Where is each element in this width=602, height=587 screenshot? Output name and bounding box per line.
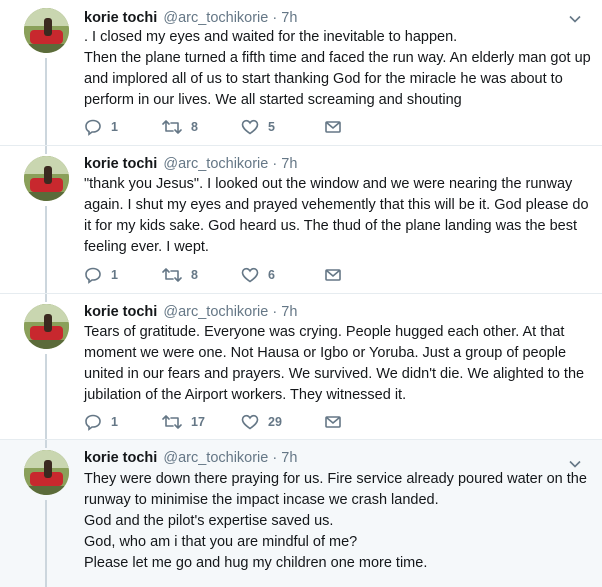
reply-button[interactable]: 1 xyxy=(84,265,118,285)
like-button[interactable]: 29 xyxy=(241,412,282,432)
heart-icon xyxy=(241,119,259,135)
tweet-line: again. I shut my eyes and prayed vehemen… xyxy=(84,197,589,213)
thread-line xyxy=(45,206,47,293)
heart-icon xyxy=(241,267,259,283)
direct-message-button[interactable] xyxy=(324,265,342,285)
like-count: 6 xyxy=(268,268,275,282)
tweet-2[interactable]: korie tochi @arc_tochikorie · 7h "thank … xyxy=(0,146,602,293)
thread-line xyxy=(45,440,47,448)
author-name[interactable]: korie tochi xyxy=(84,156,157,172)
tweet-line: jubilation of the Airport workers. They … xyxy=(84,387,407,403)
tweet-text: "thank you Jesus". I looked out the wind… xyxy=(84,174,589,258)
envelope-icon xyxy=(325,269,341,281)
timestamp[interactable]: 7h xyxy=(281,304,297,320)
reply-icon xyxy=(85,414,101,431)
tweet-line: it for my kids sake. God heard us. The t… xyxy=(84,218,578,234)
retweet-icon xyxy=(162,268,182,282)
reply-count: 1 xyxy=(111,120,118,134)
tweet-line: God and the pilot's expertise saved us. xyxy=(84,513,334,529)
retweet-count: 8 xyxy=(191,268,198,282)
like-button[interactable]: 5 xyxy=(241,117,275,137)
author-handle[interactable]: @arc_tochikorie xyxy=(163,304,268,320)
thread-line xyxy=(45,294,47,302)
tweet-header: korie tochi @arc_tochikorie · 7h xyxy=(84,450,297,466)
direct-message-button[interactable] xyxy=(324,412,342,432)
separator: · xyxy=(272,156,278,172)
retweet-count: 8 xyxy=(191,120,198,134)
avatar[interactable] xyxy=(24,450,69,495)
thread-line xyxy=(45,500,47,587)
timestamp[interactable]: 7h xyxy=(281,156,297,172)
separator: · xyxy=(272,10,278,26)
author-handle[interactable]: @arc_tochikorie xyxy=(163,156,268,172)
tweet-header: korie tochi @arc_tochikorie · 7h xyxy=(84,10,297,26)
reply-button[interactable]: 1 xyxy=(84,412,118,432)
heart-icon xyxy=(241,414,259,430)
avatar[interactable] xyxy=(24,304,69,349)
timestamp[interactable]: 7h xyxy=(281,450,297,466)
tweet-line: united in our fears and prayers. We surv… xyxy=(84,366,585,382)
tweet-3[interactable]: korie tochi @arc_tochikorie · 7h Tears o… xyxy=(0,294,602,439)
thread-line xyxy=(45,58,47,145)
author-handle[interactable]: @arc_tochikorie xyxy=(163,450,268,466)
retweet-count: 17 xyxy=(191,415,205,429)
retweet-button[interactable]: 8 xyxy=(162,117,198,137)
retweet-icon xyxy=(162,120,182,134)
like-count: 5 xyxy=(268,120,275,134)
tweet-line: feeling ever. I wept. xyxy=(84,239,209,255)
chevron-down-icon[interactable] xyxy=(568,12,582,26)
envelope-icon xyxy=(325,121,341,133)
separator: · xyxy=(272,304,278,320)
author-name[interactable]: korie tochi xyxy=(84,304,157,320)
retweet-button[interactable]: 17 xyxy=(162,412,205,432)
timestamp[interactable]: 7h xyxy=(281,10,297,26)
like-count: 29 xyxy=(268,415,282,429)
reply-count: 1 xyxy=(111,268,118,282)
tweet-line: runway to minimise the impact incase we … xyxy=(84,492,439,508)
reply-icon xyxy=(85,119,101,136)
thread-line xyxy=(45,146,47,154)
thread-line xyxy=(45,354,47,439)
reply-icon xyxy=(85,267,101,284)
tweet-text: . I closed my eyes and waited for the in… xyxy=(84,27,591,111)
separator: · xyxy=(272,450,278,466)
author-name[interactable]: korie tochi xyxy=(84,450,157,466)
reply-button[interactable]: 1 xyxy=(84,117,118,137)
tweet-1[interactable]: korie tochi @arc_tochikorie · 7h . I clo… xyxy=(0,0,602,145)
tweet-line: Please let me go and hug my children one… xyxy=(84,555,428,571)
tweet-line: . I closed my eyes and waited for the in… xyxy=(84,29,458,45)
tweet-line: perform in our lives. We all started scr… xyxy=(84,92,462,108)
avatar[interactable] xyxy=(24,156,69,201)
reply-count: 1 xyxy=(111,415,118,429)
retweet-button[interactable]: 8 xyxy=(162,265,198,285)
like-button[interactable]: 6 xyxy=(241,265,275,285)
avatar[interactable] xyxy=(24,8,69,53)
tweet-line: "thank you Jesus". I looked out the wind… xyxy=(84,176,573,192)
tweet-line: moment we were one. Not Hausa or Igbo or… xyxy=(84,345,567,361)
tweet-text: Tears of gratitude. Everyone was crying.… xyxy=(84,322,584,406)
author-name[interactable]: korie tochi xyxy=(84,10,157,26)
tweet-line: Tears of gratitude. Everyone was crying.… xyxy=(84,324,565,340)
tweet-4[interactable]: korie tochi @arc_tochikorie · 7h They we… xyxy=(0,440,602,587)
tweet-line: Then the plane turned a fifth time and f… xyxy=(84,50,591,66)
tweet-text: They were down there praying for us. Fir… xyxy=(84,469,587,574)
tweet-header: korie tochi @arc_tochikorie · 7h xyxy=(84,304,297,320)
author-handle[interactable]: @arc_tochikorie xyxy=(163,10,268,26)
tweet-line: They were down there praying for us. Fir… xyxy=(84,471,587,487)
envelope-icon xyxy=(325,416,341,428)
tweet-header: korie tochi @arc_tochikorie · 7h xyxy=(84,156,297,172)
tweet-line: and implored all of us to start thanking… xyxy=(84,71,563,87)
retweet-icon xyxy=(162,415,182,429)
direct-message-button[interactable] xyxy=(324,117,342,137)
tweet-line: God, who am i that you are mindful of me… xyxy=(84,534,358,550)
